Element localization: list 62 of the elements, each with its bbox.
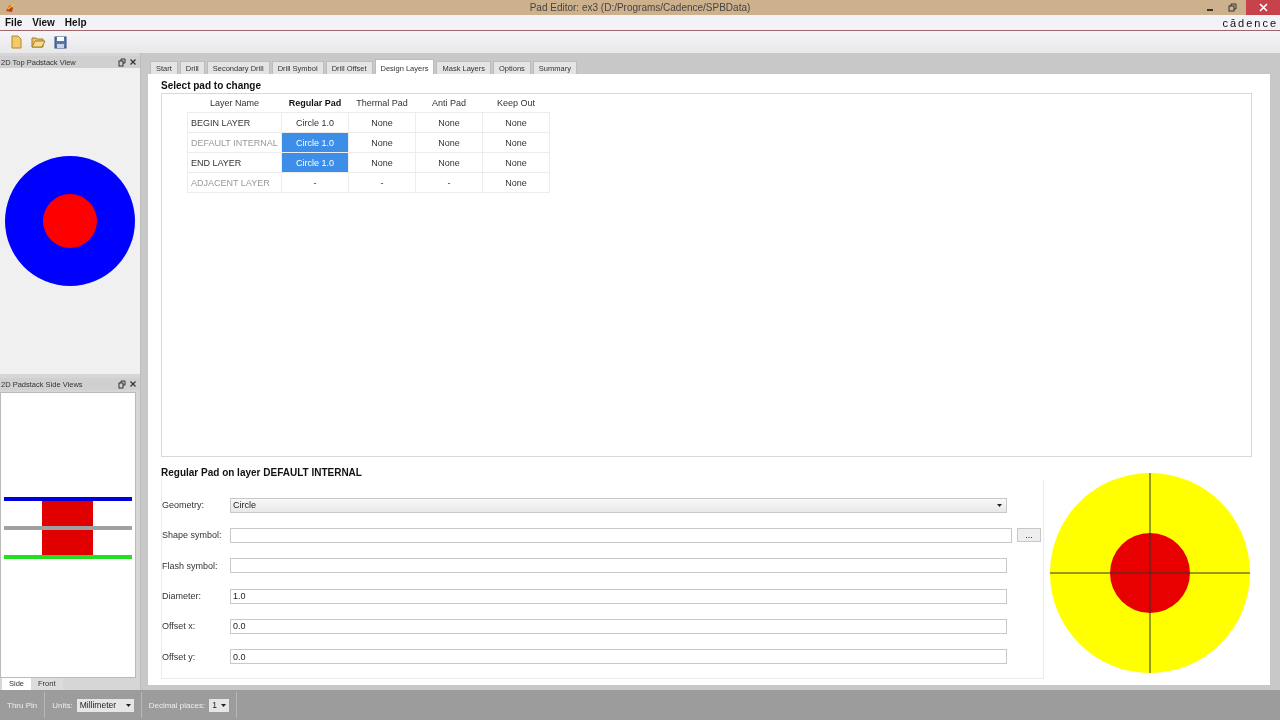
layer-name-cell: BEGIN LAYER bbox=[187, 112, 282, 133]
input-field[interactable]: 0.0 bbox=[230, 618, 1007, 634]
column-header[interactable]: Anti Pad bbox=[415, 94, 483, 113]
field-label: Offset x: bbox=[162, 621, 197, 632]
close-button[interactable] bbox=[1246, 0, 1280, 15]
caret-icon bbox=[220, 703, 226, 707]
pad-cell[interactable]: - bbox=[348, 172, 416, 193]
layer-name-cell: END LAYER bbox=[187, 152, 282, 173]
decimals-label: Decimal places: bbox=[148, 700, 206, 710]
field-label: Flash symbol: bbox=[162, 560, 219, 571]
layer-name-cell: DEFAULT INTERNAL bbox=[187, 132, 282, 153]
input-field[interactable] bbox=[230, 528, 1012, 543]
pad-cell[interactable]: None bbox=[348, 112, 416, 133]
close-icon bbox=[1258, 3, 1268, 12]
input-field[interactable] bbox=[230, 558, 1007, 574]
pad-cell[interactable]: None bbox=[415, 152, 483, 173]
window-title: Pad Editor: ex3 (D:/Programs/Cadence/SPBData) bbox=[529, 2, 751, 13]
restore-icon bbox=[1227, 3, 1237, 12]
logo: cādence bbox=[1221, 16, 1279, 29]
column-header[interactable]: Layer Name bbox=[187, 94, 282, 113]
column-header[interactable]: Keep Out bbox=[482, 94, 550, 113]
field-label: Diameter: bbox=[162, 591, 202, 602]
layer-name-cell: ADJACENT LAYER bbox=[187, 172, 282, 193]
units-label: Units: bbox=[52, 700, 73, 710]
pad-cell[interactable]: None bbox=[348, 152, 416, 173]
geometry-dropdown[interactable]: Circle bbox=[230, 497, 1007, 513]
pad-cell[interactable]: Circle 1.0 bbox=[281, 112, 349, 133]
close-icon[interactable] bbox=[129, 380, 137, 388]
float-icon[interactable] bbox=[118, 57, 126, 67]
menu-item[interactable]: Help bbox=[59, 17, 92, 28]
field-label: Offset y: bbox=[162, 651, 197, 662]
column-header[interactable]: Regular Pad bbox=[281, 94, 349, 113]
pad-cell[interactable]: None bbox=[482, 112, 550, 133]
menu-item[interactable]: File bbox=[0, 17, 28, 28]
save-icon[interactable] bbox=[54, 35, 67, 49]
new-file-icon[interactable] bbox=[10, 35, 23, 49]
caret-icon bbox=[997, 503, 1002, 507]
units-dropdown[interactable]: Millimeter bbox=[76, 698, 134, 712]
app-icon bbox=[4, 2, 15, 13]
decimals-dropdown[interactable]: 1 bbox=[209, 698, 229, 712]
field-label: Shape symbol: bbox=[162, 530, 223, 541]
float-icon[interactable] bbox=[118, 379, 126, 389]
pad-cell[interactable]: None bbox=[348, 132, 416, 153]
caret-icon bbox=[125, 703, 131, 707]
pad-cell[interactable]: None bbox=[482, 152, 550, 173]
pad-cell[interactable]: None bbox=[415, 132, 483, 153]
open-folder-icon[interactable] bbox=[31, 35, 46, 49]
column-header[interactable]: Thermal Pad bbox=[348, 94, 416, 113]
close-icon[interactable] bbox=[129, 58, 137, 66]
browse-button[interactable]: ... bbox=[1017, 528, 1041, 543]
pad-cell[interactable]: None bbox=[482, 172, 550, 193]
group-title: Select pad to change bbox=[161, 80, 263, 91]
pad-cell[interactable]: None bbox=[482, 132, 550, 153]
pin-type-label: Thru Pin bbox=[7, 700, 38, 710]
pad-cell[interactable]: None bbox=[415, 112, 483, 133]
field-label: Geometry: bbox=[162, 500, 205, 511]
menu-item[interactable]: View bbox=[27, 17, 60, 28]
pad-cell[interactable]: - bbox=[415, 172, 483, 193]
pad-cell[interactable]: - bbox=[281, 172, 349, 193]
group-title: Regular Pad on layer DEFAULT INTERNAL bbox=[161, 467, 363, 478]
input-field[interactable]: 0.0 bbox=[230, 649, 1007, 665]
input-field[interactable]: 1.0 bbox=[230, 588, 1007, 604]
